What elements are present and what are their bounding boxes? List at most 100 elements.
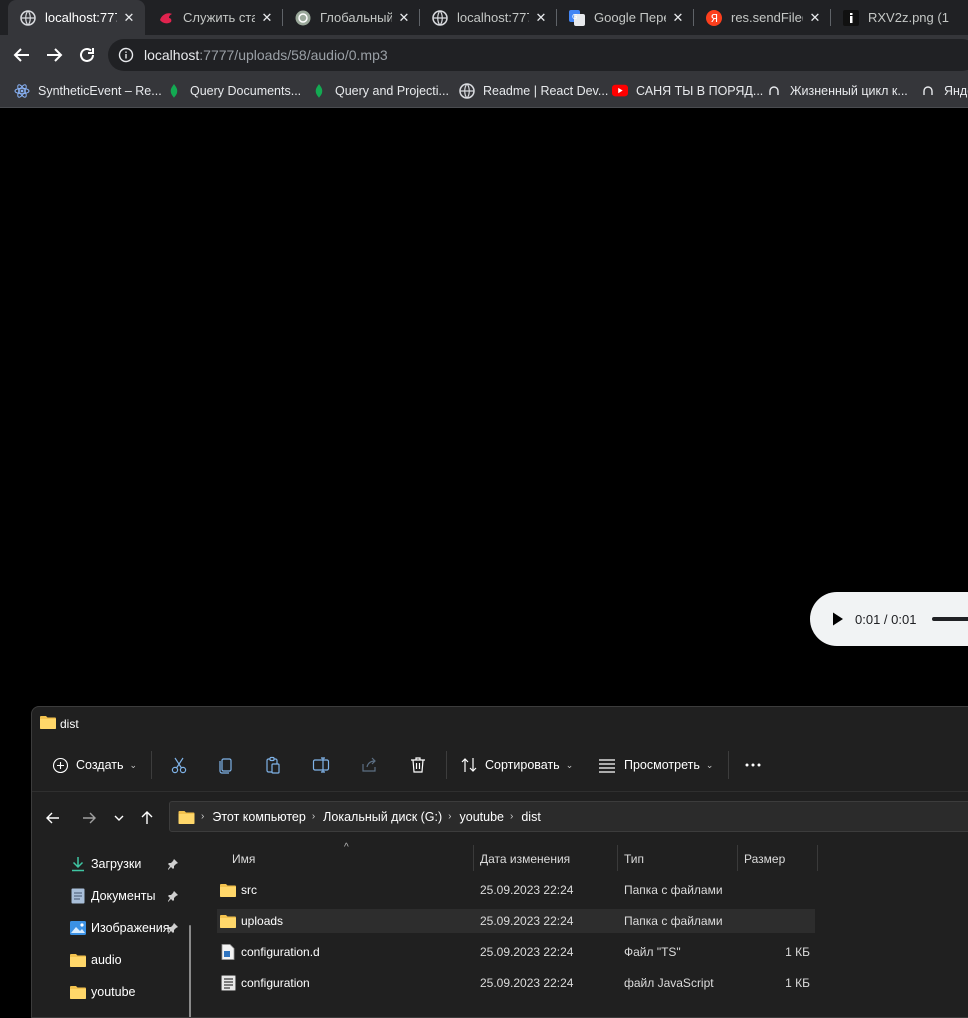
column-header-name[interactable]: Имя (232, 847, 255, 871)
file-type: Папка с файлами (624, 883, 723, 897)
forward-button[interactable] (42, 43, 66, 67)
bookmark-label: Readme | React Dev... (483, 84, 609, 98)
close-icon[interactable]: ✕ (533, 10, 549, 26)
bookmark-label: Янде (944, 84, 968, 98)
file-name: src (241, 883, 257, 897)
nest-icon (158, 10, 174, 26)
rename-button[interactable] (312, 753, 330, 777)
explorer-forward-button[interactable] (80, 809, 98, 827)
close-icon[interactable]: ✕ (670, 10, 686, 26)
navigation-scrollbar[interactable] (189, 925, 191, 1017)
tab-title: res.sendFile(express) (731, 10, 803, 25)
tab-png[interactable]: RXV2z.png (1 (831, 0, 968, 35)
column-header-size[interactable]: Размер (744, 847, 785, 871)
file-type: Файл "TS" (624, 945, 681, 959)
trash-icon (411, 757, 425, 773)
sort-button[interactable]: Сортировать ⌄ (460, 753, 573, 777)
share-button[interactable] (360, 753, 378, 777)
table-row[interactable]: uploads 25.09.2023 22:24 Папка с файлами (217, 909, 815, 933)
close-icon[interactable]: ✕ (807, 10, 823, 26)
column-header-type[interactable]: Тип (624, 847, 644, 871)
explorer-title: dist (40, 715, 79, 732)
explorer-back-button[interactable] (44, 809, 62, 827)
tab-yandex[interactable]: Я res.sendFile(express) ✕ (694, 0, 831, 35)
nav-item-pictures[interactable]: Изображения (70, 918, 170, 938)
bookmark-react-readme[interactable]: Readme | React Dev... (459, 75, 608, 107)
bookmark-query-projection[interactable]: Query and Projecti... (311, 75, 449, 107)
folder-icon (220, 913, 236, 929)
file-type: Папка с файлами (624, 914, 723, 928)
breadcrumb-dist[interactable]: dist (521, 810, 540, 824)
more-options-button[interactable] (744, 753, 762, 777)
tab-google-translate[interactable]: G Google Переводчик ✕ (557, 0, 694, 35)
paste-button[interactable] (264, 753, 282, 777)
up-button[interactable] (138, 809, 156, 827)
file-date: 25.09.2023 22:24 (480, 914, 574, 928)
window-title: dist (60, 716, 79, 731)
nav-item-downloads[interactable]: Загрузки (70, 854, 141, 874)
pin-icon[interactable] (167, 858, 179, 870)
close-icon[interactable]: ✕ (259, 10, 275, 26)
play-icon[interactable] (832, 612, 844, 626)
pin-icon[interactable] (167, 922, 179, 934)
headphones-icon (766, 83, 782, 99)
url-text: localhost:7777/uploads/58/audio/0.mp3 (144, 47, 388, 63)
chevron-right-icon: › (311, 811, 316, 822)
chevron-right-icon: › (201, 811, 205, 822)
table-row[interactable]: src 25.09.2023 22:24 Папка с файлами (217, 878, 815, 902)
breadcrumb-youtube[interactable]: youtube (460, 810, 504, 824)
bookmark-synthetic-event[interactable]: SyntheticEvent – Re... (14, 75, 162, 107)
breadcrumb-this-pc[interactable]: Этот компьютер (212, 810, 305, 824)
nav-item-label: Документы (91, 889, 156, 903)
command-bar: Создать ⌄ Сортировать ⌄ Просмотреть ⌄ (32, 741, 968, 789)
tab-localhost[interactable]: localhost:7777 ✕ (420, 0, 557, 35)
address-bar[interactable]: localhost:7777/uploads/58/audio/0.mp3 (108, 39, 968, 71)
breadcrumb-local-disk[interactable]: Локальный диск (G:) (323, 810, 442, 824)
rename-icon (312, 757, 330, 773)
copy-button[interactable] (217, 753, 235, 777)
nav-item-documents[interactable]: Документы (70, 886, 155, 906)
bookmark-label: Жизненный цикл к... (790, 84, 908, 98)
bookmark-query-documents[interactable]: Query Documents... (166, 75, 301, 107)
pin-icon[interactable] (167, 890, 179, 902)
cut-button[interactable] (170, 753, 188, 777)
info-circle-icon[interactable] (118, 47, 134, 63)
nav-item-youtube[interactable]: youtube (70, 982, 135, 1002)
bookmark-label: Query and Projecti... (335, 84, 449, 98)
recent-locations-button[interactable] (110, 809, 128, 827)
globe-icon (432, 9, 448, 26)
table-row[interactable]: configuration 25.09.2023 22:24 файл Java… (217, 971, 815, 995)
back-button[interactable] (10, 43, 34, 67)
explorer-navigation: › Этот компьютер › Локальный диск (G:) ›… (32, 799, 968, 835)
create-button[interactable]: Создать ⌄ (52, 753, 137, 777)
close-icon[interactable]: ✕ (396, 10, 412, 26)
view-button[interactable]: Просмотреть ⌄ (598, 753, 713, 777)
view-list-icon (599, 759, 615, 773)
table-row[interactable]: configuration.d 25.09.2023 22:24 Файл "T… (217, 940, 815, 964)
chevron-right-icon: › (448, 811, 452, 822)
reload-button[interactable] (75, 43, 99, 67)
close-icon[interactable]: ✕ (121, 10, 137, 26)
column-header-date[interactable]: Дата изменения (480, 847, 570, 871)
audio-progress-track[interactable] (932, 617, 968, 621)
file-type: файл JavaScript (624, 976, 714, 990)
bookmark-youtube-video[interactable]: САНЯ ТЫ В ПОРЯД... (612, 75, 763, 107)
tab-nest-static[interactable]: Служить статическим файлам ✕ (146, 0, 283, 35)
tab-chatgpt[interactable]: Глобальный ✕ (283, 0, 420, 35)
explorer-address-bar[interactable]: › Этот компьютер › Локальный диск (G:) ›… (169, 801, 968, 832)
globe-icon (459, 83, 475, 99)
tab-localhost-audio[interactable]: localhost:7777/uploads/58/audio/0.mp3 ✕ (8, 0, 145, 35)
bookmark-yandex[interactable]: Янде (920, 75, 968, 107)
scissors-icon (171, 757, 187, 774)
delete-button[interactable] (409, 753, 427, 777)
sort-ascending-icon: ^ (344, 842, 349, 853)
navigation-pane: Загрузки Документы Изображения audio you… (32, 845, 202, 1015)
bookmarks-bar: SyntheticEvent – Re... Query Documents..… (0, 75, 968, 108)
youtube-icon (612, 83, 628, 99)
arrow-up-icon (141, 811, 153, 824)
nav-item-audio[interactable]: audio (70, 950, 122, 970)
info-icon (843, 9, 859, 26)
arrow-right-icon (83, 812, 96, 824)
bookmark-lifecycle[interactable]: Жизненный цикл к... (766, 75, 908, 107)
tab-title: Служить статическим файлам (183, 10, 255, 25)
